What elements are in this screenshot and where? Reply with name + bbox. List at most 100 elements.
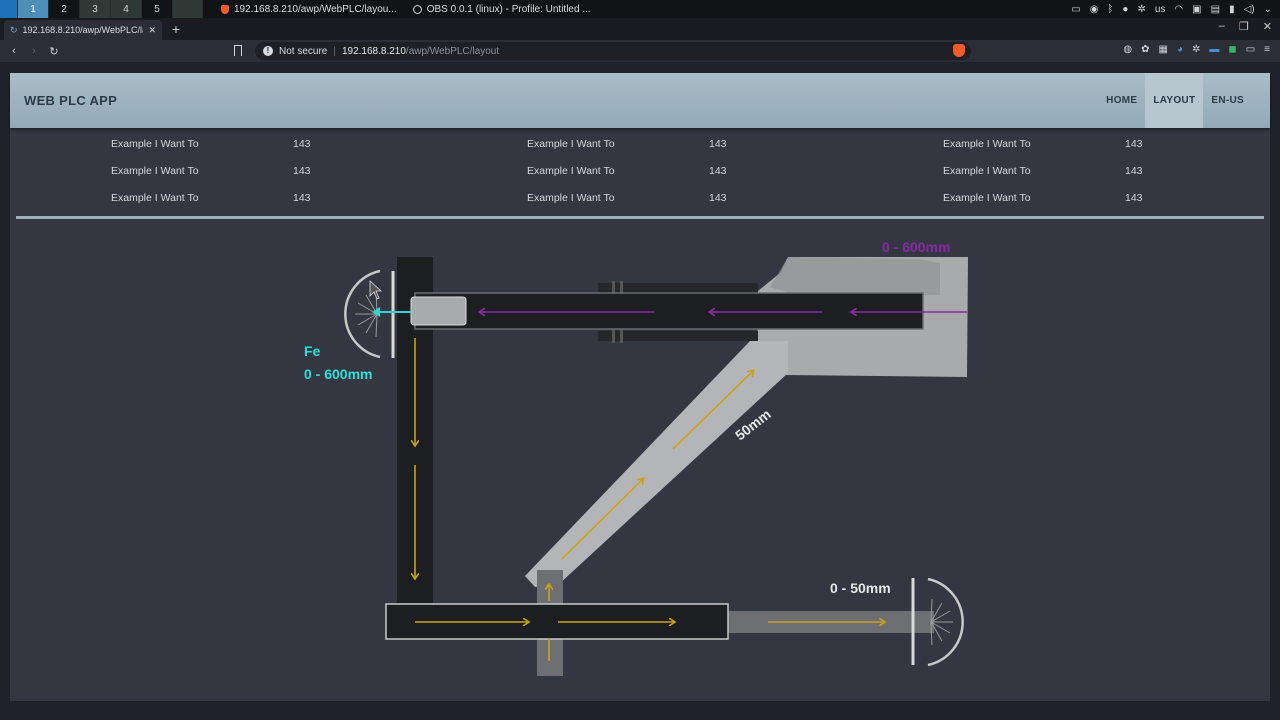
network-icon[interactable]: ▣ (1192, 4, 1201, 15)
brave-shield-icon[interactable] (953, 44, 965, 57)
slider-block (410, 296, 467, 326)
table-row: Example I Want To 143 Example I Want To … (16, 138, 1264, 158)
table-cell-label: Example I Want To (111, 192, 199, 204)
close-window-icon[interactable]: ✕ (1263, 20, 1272, 33)
app-header: WEB PLC APP HOME LAYOUT EN-US (10, 73, 1270, 128)
table-cell-label: Example I Want To (111, 138, 199, 150)
values-table: Example I Want To 143 Example I Want To … (16, 132, 1264, 216)
sensor-top-left (344, 269, 395, 359)
loading-icon: ↻ (10, 24, 18, 35)
machine-layout-diagram: Fe 0 - 600mm 0 - 600mm 50mm 0 - 50mm (304, 239, 968, 676)
workspace-1[interactable]: 1 (18, 0, 49, 18)
table-cell-value: 143 (293, 165, 311, 177)
table-cell-label: Example I Want To (943, 165, 1031, 177)
nav-home[interactable]: HOME (1098, 73, 1145, 128)
table-cell-value: 143 (293, 138, 311, 150)
chevron-down-icon[interactable]: ⌄ (1264, 4, 1272, 15)
bottom-range-label: 0 - 50mm (830, 580, 891, 596)
workspace-5[interactable]: 5 (142, 0, 173, 18)
window-controls: – ❐ ✕ (1219, 20, 1272, 33)
browser-tab-bar: ↻ 192.168.8.210/awp/WebPLC/la ✕ + – ❐ ✕ (0, 18, 1280, 40)
brave-icon (221, 4, 229, 14)
os-taskbar: 1 2 3 4 5 192.168.8.210/awp/WebPLC/layou… (0, 0, 1280, 18)
reload-icon[interactable]: ↻ (44, 45, 64, 58)
workspace-6[interactable] (173, 0, 203, 18)
clipboard-icon[interactable]: ▤ (1211, 4, 1220, 15)
taskbar-browser-task[interactable]: 192.168.8.210/awp/WebPLC/layou... (213, 0, 405, 18)
extension-icon[interactable]: ▬ (1209, 44, 1219, 55)
minimize-icon[interactable]: – (1219, 20, 1225, 33)
close-tab-icon[interactable]: ✕ (148, 25, 156, 36)
bookmark-icon[interactable] (234, 45, 242, 56)
table-cell-label: Example I Want To (943, 138, 1031, 150)
table-cell-value: 143 (709, 165, 727, 177)
obs-tray-icon[interactable]: ◉ (1090, 4, 1099, 15)
table-cell-value: 143 (1125, 138, 1143, 150)
url-host: 192.168.8.210 (341, 45, 406, 57)
table-cell-value: 143 (293, 192, 311, 204)
security-label: Not secure (279, 45, 328, 57)
workspace-3[interactable]: 3 (80, 0, 111, 18)
system-tray: ▭ ◉ ᛒ ● ✲ us ◠ ▣ ▤ ▮ ◁) ⌄ (1071, 0, 1272, 18)
table-cell-label: Example I Want To (527, 192, 615, 204)
app-menu-icon[interactable] (0, 0, 18, 18)
address-bar[interactable]: ! Not secure | 192.168.8.210/awp/WebPLC/… (255, 42, 971, 60)
battery-icon[interactable]: ▮ (1229, 4, 1235, 15)
locale-indicator[interactable]: us (1155, 4, 1166, 15)
wifi-icon[interactable]: ◠ (1174, 4, 1183, 15)
table-row: Example I Want To 143 Example I Want To … (16, 165, 1264, 185)
extension-icon[interactable]: ▭ (1246, 44, 1255, 55)
browser-tab-title: 192.168.8.210/awp/WebPLC/la (22, 25, 144, 35)
web-plc-app: WEB PLC APP HOME LAYOUT EN-US Example I … (10, 73, 1270, 701)
table-cell-label: Example I Want To (111, 165, 199, 177)
extension-icon[interactable]: ✲ (1192, 44, 1200, 55)
extension-icon[interactable]: ◼ (1228, 44, 1236, 55)
table-cell-value: 143 (709, 192, 727, 204)
new-tab-button[interactable]: + (168, 21, 184, 37)
workspace-4[interactable]: 4 (111, 0, 142, 18)
browser-toolbar: ‹ › ↻ ! Not secure | 192.168.8.210/awp/W… (0, 40, 1280, 62)
user-icon[interactable]: ● (1122, 4, 1128, 15)
table-cell-value: 143 (1125, 165, 1143, 177)
bluetooth-icon[interactable]: ᛒ (1107, 4, 1113, 15)
extension-icon[interactable]: ◕ (1177, 44, 1183, 55)
table-cell-label: Example I Want To (527, 165, 615, 177)
extension-icon[interactable]: ▦ (1159, 44, 1168, 55)
table-cell-label: Example I Want To (527, 138, 615, 150)
back-icon[interactable]: ‹ (4, 45, 24, 57)
section-divider (16, 216, 1264, 219)
workspace-2[interactable]: 2 (49, 0, 80, 18)
fe-range-label: 0 - 600mm (304, 366, 372, 382)
top-range-label: 0 - 600mm (882, 239, 950, 255)
info-icon: ! (263, 46, 273, 56)
forward-icon[interactable]: › (24, 45, 44, 57)
extensions-area: ◍ ✿ ▦ ◕ ✲ ▬ ◼ ▭ ≡ (1123, 44, 1270, 55)
obs-icon (412, 4, 422, 14)
settings-icon[interactable]: ✲ (1137, 4, 1145, 15)
menu-icon[interactable]: ≡ (1264, 44, 1270, 55)
keyboard-icon[interactable]: ▭ (1071, 4, 1080, 15)
top-actuator-rod (414, 292, 924, 330)
top-feed-housing-shade (770, 257, 940, 295)
nav-language[interactable]: EN-US (1203, 73, 1252, 128)
url-separator: | (333, 45, 336, 57)
table-row: Example I Want To 143 Example I Want To … (16, 192, 1264, 212)
taskbar-obs-task[interactable]: OBS 0.0.1 (linux) - Profile: Untitled ..… (405, 0, 599, 18)
app-nav: HOME LAYOUT EN-US (1098, 73, 1252, 128)
app-brand[interactable]: WEB PLC APP (24, 93, 117, 108)
fe-label: Fe (304, 343, 321, 359)
extension-icon[interactable]: ✿ (1141, 44, 1149, 55)
url-path: /awp/WebPLC/layout (405, 45, 500, 57)
table-cell-value: 143 (1125, 192, 1143, 204)
browser-tab[interactable]: ↻ 192.168.8.210/awp/WebPLC/la ✕ (4, 20, 162, 40)
diagonal-conveyor (525, 341, 788, 587)
nav-layout[interactable]: LAYOUT (1145, 73, 1204, 128)
mouse-cursor (369, 280, 383, 300)
maximize-icon[interactable]: ❐ (1239, 20, 1249, 33)
extension-icon[interactable]: ◍ (1123, 44, 1132, 55)
table-cell-value: 143 (709, 138, 727, 150)
arrow-diagonal (561, 479, 643, 560)
table-cell-label: Example I Want To (943, 192, 1031, 204)
volume-icon[interactable]: ◁) (1244, 4, 1255, 15)
taskbar-browser-title: 192.168.8.210/awp/WebPLC/layou... (234, 3, 397, 15)
